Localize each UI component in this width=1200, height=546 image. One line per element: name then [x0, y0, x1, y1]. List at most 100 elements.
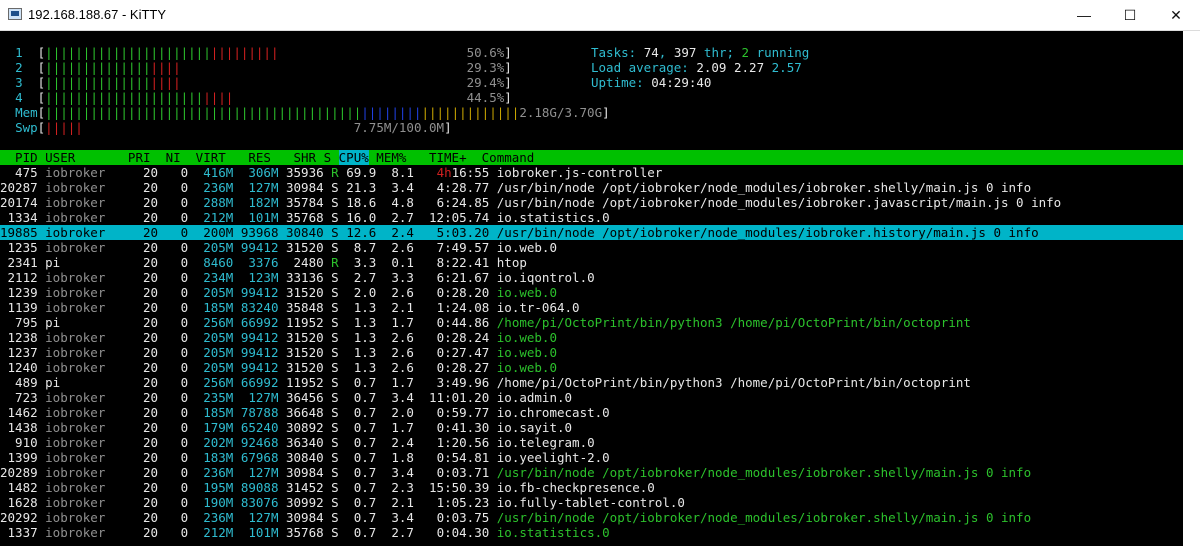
- time-cell: 4:28.77: [436, 180, 497, 195]
- process-row[interactable]: 1240 iobroker 20 0 205M 99412 31520 S 1.…: [0, 360, 1200, 375]
- command-cell: io.web.0: [496, 345, 557, 360]
- process-row[interactable]: 19885 iobroker 20 0 200M 93968 30840 S 1…: [0, 225, 1200, 240]
- time-cell: 7:49.57: [436, 240, 497, 255]
- time-cell: 0:28.20: [436, 285, 497, 300]
- time-cell: 0:28.24: [436, 330, 497, 345]
- process-row[interactable]: 1238 iobroker 20 0 205M 99412 31520 S 1.…: [0, 330, 1200, 345]
- process-row[interactable]: 489 pi 20 0 256M 66992 11952 S 0.7 1.7 3…: [0, 375, 1200, 390]
- cpu-cell: 1.3: [346, 360, 384, 375]
- close-button[interactable]: ✕: [1153, 0, 1199, 30]
- pri-cell: 20: [120, 435, 166, 450]
- process-row[interactable]: 1399 iobroker 20 0 183M 67968 30840 S 0.…: [0, 450, 1200, 465]
- process-row[interactable]: 1337 iobroker 20 0 212M 101M 35768 S 0.7…: [0, 525, 1200, 540]
- pid-cell: 475: [0, 165, 46, 180]
- cpu-sort-column[interactable]: CPU%: [338, 150, 369, 165]
- virt-cell: 200M: [195, 225, 241, 240]
- kitty-app-icon[interactable]: [8, 8, 22, 20]
- state-cell: S: [331, 345, 347, 360]
- shr-cell: 30992: [286, 495, 332, 510]
- user-cell: iobroker: [45, 300, 121, 315]
- command-cell: /usr/bin/node /opt/iobroker/node_modules…: [496, 465, 1032, 480]
- pri-cell: 20: [120, 375, 166, 390]
- virt-cell: 236M: [195, 510, 241, 525]
- state-cell: S: [331, 180, 347, 195]
- state-cell: S: [331, 210, 347, 225]
- command-cell: io.tr-064.0: [496, 300, 580, 315]
- process-row[interactable]: 1462 iobroker 20 0 185M 78788 36648 S 0.…: [0, 405, 1200, 420]
- virt-cell: 195M: [195, 480, 241, 495]
- window-title: 192.168.188.67 - KiTTY: [28, 7, 167, 22]
- process-row[interactable]: 20289 iobroker 20 0 236M 127M 30984 S 0.…: [0, 465, 1200, 480]
- time-cell: 6:24.85: [436, 195, 497, 210]
- pri-cell: 20: [120, 270, 166, 285]
- mem-cell: 1.7: [383, 315, 422, 330]
- virt-cell: 183M: [195, 450, 241, 465]
- process-row[interactable]: 475 iobroker 20 0 416M 306M 35936 R 69.9…: [0, 165, 1200, 180]
- process-row[interactable]: 1334 iobroker 20 0 212M 101M 35768 S 16.…: [0, 210, 1200, 225]
- virt-cell: 205M: [195, 240, 241, 255]
- res-cell: 101M: [240, 210, 286, 225]
- process-row[interactable]: 1235 iobroker 20 0 205M 99412 31520 S 8.…: [0, 240, 1200, 255]
- time-cell: 0:59.77: [436, 405, 497, 420]
- process-row[interactable]: 723 iobroker 20 0 235M 127M 36456 S 0.7 …: [0, 390, 1200, 405]
- shr-cell: 33136: [286, 270, 332, 285]
- scrollbar[interactable]: [1183, 31, 1200, 546]
- process-row[interactable]: 1628 iobroker 20 0 190M 83076 30992 S 0.…: [0, 495, 1200, 510]
- cpu-cell: 1.3: [346, 300, 384, 315]
- user-cell: iobroker: [45, 435, 121, 450]
- virt-cell: 190M: [195, 495, 241, 510]
- minimize-button[interactable]: —: [1061, 0, 1107, 30]
- process-row[interactable]: 2341 pi 20 0 8460 3376 2480 R 3.3 0.1 8:…: [0, 255, 1200, 270]
- process-row[interactable]: 795 pi 20 0 256M 66992 11952 S 1.3 1.7 0…: [0, 315, 1200, 330]
- pid-cell: 1237: [0, 345, 46, 360]
- shr-cell: 35768: [286, 525, 332, 540]
- command-cell: /home/pi/OctoPrint/bin/python3 /home/pi/…: [496, 375, 971, 390]
- shr-cell: 35936: [286, 165, 332, 180]
- process-row[interactable]: 1482 iobroker 20 0 195M 89088 31452 S 0.…: [0, 480, 1200, 495]
- ni-cell: 0: [165, 390, 196, 405]
- pid-cell: 1235: [0, 240, 46, 255]
- cpu-cell: 0.7: [346, 480, 384, 495]
- process-row[interactable]: 20292 iobroker 20 0 236M 127M 30984 S 0.…: [0, 510, 1200, 525]
- mem-cell: 2.4: [383, 225, 422, 240]
- column-header[interactable]: PID USER PRI NI VIRT RES SHR S CPU% MEM%…: [0, 150, 1200, 165]
- cpu-cell: 8.7: [346, 240, 384, 255]
- pid-cell: 2112: [0, 270, 46, 285]
- tasks-summary: Tasks: 74, 397 thr; 2 running: [591, 45, 810, 60]
- process-row[interactable]: 1438 iobroker 20 0 179M 65240 30892 S 0.…: [0, 420, 1200, 435]
- command-cell: io.web.0: [496, 240, 557, 255]
- virt-cell: 212M: [195, 210, 241, 225]
- command-cell: io.web.0: [496, 285, 557, 300]
- command-cell: io.yeelight-2.0: [496, 450, 610, 465]
- shr-cell: 30984: [286, 510, 332, 525]
- user-cell: iobroker: [45, 195, 121, 210]
- user-cell: iobroker: [45, 525, 121, 540]
- pid-cell: 1462: [0, 405, 46, 420]
- process-row[interactable]: 1239 iobroker 20 0 205M 99412 31520 S 2.…: [0, 285, 1200, 300]
- process-row[interactable]: 1237 iobroker 20 0 205M 99412 31520 S 1.…: [0, 345, 1200, 360]
- user-cell: iobroker: [45, 270, 121, 285]
- process-row[interactable]: 2112 iobroker 20 0 234M 123M 33136 S 2.7…: [0, 270, 1200, 285]
- mem-meter: Mem[||||||||||||||||||||||||||||||||||||…: [15, 105, 610, 120]
- state-cell: S: [331, 390, 347, 405]
- terminal-area[interactable]: 1 [||||||||||||||||||||||||||||||| 50.6%…: [0, 31, 1200, 546]
- ni-cell: 0: [165, 165, 196, 180]
- process-row[interactable]: 910 iobroker 20 0 202M 92468 36340 S 0.7…: [0, 435, 1200, 450]
- shr-cell: 2480: [286, 255, 332, 270]
- process-row[interactable]: 20287 iobroker 20 0 236M 127M 30984 S 21…: [0, 180, 1200, 195]
- pri-cell: 20: [120, 255, 166, 270]
- mem-cell: 1.7: [383, 420, 422, 435]
- process-row[interactable]: 1139 iobroker 20 0 185M 83240 35848 S 1.…: [0, 300, 1200, 315]
- state-cell: S: [331, 315, 347, 330]
- process-row[interactable]: 20174 iobroker 20 0 288M 182M 35784 S 18…: [0, 195, 1200, 210]
- res-cell: 89088: [240, 480, 286, 495]
- ni-cell: 0: [165, 495, 196, 510]
- cpu-cell: 16.0: [346, 210, 384, 225]
- maximize-button[interactable]: ☐: [1107, 0, 1153, 30]
- shr-cell: 31452: [286, 480, 332, 495]
- res-cell: 127M: [240, 465, 286, 480]
- pri-cell: 20: [120, 390, 166, 405]
- command-cell: io.web.0: [496, 330, 557, 345]
- mem-cell: 4.8: [383, 195, 422, 210]
- virt-cell: 185M: [195, 300, 241, 315]
